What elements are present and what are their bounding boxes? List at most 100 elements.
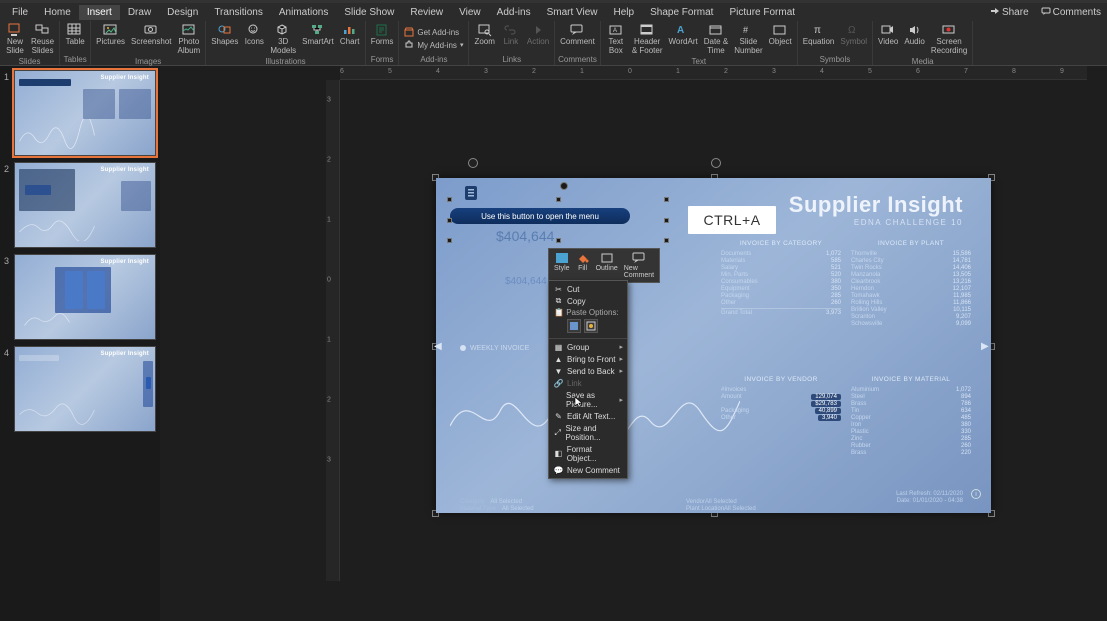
tab-addins[interactable]: Add-ins: [489, 5, 539, 20]
next-arrow[interactable]: ▶: [981, 338, 993, 354]
mt-new-comment[interactable]: New Comment: [621, 251, 657, 280]
ctx-cut[interactable]: ✂Cut: [549, 283, 627, 295]
smartart-button[interactable]: SmartArt: [300, 22, 336, 48]
symbol-button[interactable]: ΩSymbol: [838, 22, 869, 48]
inner-selection[interactable]: [450, 200, 666, 240]
rotate-handle-2[interactable]: [711, 158, 721, 168]
ctx-send-back[interactable]: ▼Send to Back▸: [549, 365, 627, 377]
mt-style[interactable]: Style: [551, 251, 573, 280]
icons-icon: [246, 23, 262, 37]
paste-option-1[interactable]: [567, 319, 581, 333]
ctx-copy[interactable]: ⧉Copy: [549, 295, 627, 307]
shapes-button[interactable]: Shapes: [209, 22, 240, 48]
action-icon: [530, 23, 546, 37]
ctx-group[interactable]: ▦Group▸: [549, 341, 627, 353]
tab-slideshow[interactable]: Slide Show: [336, 5, 402, 20]
my-addins-button[interactable]: My Add-ins ▾: [402, 39, 465, 51]
mt-fill[interactable]: Fill: [573, 251, 593, 280]
tab-insert[interactable]: Insert: [79, 5, 120, 20]
ctx-alt-text[interactable]: ✎Edit Alt Text...: [549, 410, 627, 422]
ctx-size-position[interactable]: ⤢Size and Position...: [549, 422, 627, 443]
datetime-button[interactable]: Date & Time: [702, 22, 730, 57]
slide-thumbnail-2[interactable]: Supplier Insight: [14, 162, 156, 248]
ctx-paste-label: 📋 Paste Options:: [549, 307, 627, 318]
icons-button[interactable]: Icons: [242, 22, 266, 48]
get-addins-button[interactable]: Get Add-ins: [402, 26, 461, 38]
vertical-ruler[interactable]: 3210123: [326, 80, 340, 581]
album-icon: [181, 23, 197, 37]
horizontal-ruler[interactable]: 6543210123456789: [340, 66, 1087, 80]
info-icon[interactable]: i: [971, 489, 981, 499]
editor-area: 6543210123456789 3210123: [160, 66, 1107, 621]
prev-arrow[interactable]: ◀: [434, 338, 446, 354]
newc-icon: 💬: [554, 466, 563, 475]
3d-models-button[interactable]: 3D Models: [268, 22, 298, 57]
group-forms: Forms: [369, 55, 396, 65]
ctx-bring-front[interactable]: ▲Bring to Front▸: [549, 353, 627, 365]
screen-recording-button[interactable]: Screen Recording: [929, 22, 969, 57]
comments-button[interactable]: Comments: [1035, 5, 1107, 20]
newcomment-icon: [632, 252, 646, 264]
video-icon: [880, 23, 896, 37]
ctx-format-object[interactable]: ◧Format Object...: [549, 443, 627, 464]
header-footer-button[interactable]: Header & Footer: [630, 22, 665, 57]
chart-button[interactable]: Chart: [338, 22, 362, 48]
slide-thumbnail-4[interactable]: Supplier Insight: [14, 346, 156, 432]
slide-thumbnail-1[interactable]: Supplier Insight: [14, 70, 156, 156]
svg-text:#: #: [743, 25, 748, 35]
tab-review[interactable]: Review: [402, 5, 451, 20]
paste-option-2[interactable]: [584, 319, 598, 333]
photo-album-button[interactable]: Photo Album: [176, 22, 203, 57]
reuse-icon: [35, 23, 51, 37]
slide-title: Supplier Insight EDNA CHALLENGE 10: [789, 192, 963, 227]
screenshot-button[interactable]: Screenshot: [129, 22, 173, 48]
group-links: Links: [472, 55, 551, 65]
group-comments: Comments: [558, 55, 597, 65]
ctx-new-comment[interactable]: 💬New Comment: [549, 464, 627, 476]
tab-help[interactable]: Help: [606, 5, 643, 20]
link2-icon: 🔗: [554, 379, 563, 388]
audio-button[interactable]: Audio: [902, 22, 926, 48]
textbox-button[interactable]: AText Box: [604, 22, 628, 57]
tab-animations[interactable]: Animations: [271, 5, 336, 20]
tab-smartview[interactable]: Smart View: [539, 5, 606, 20]
new-slide-button[interactable]: New Slide: [3, 22, 27, 57]
audio-icon: [907, 23, 923, 37]
pictures-button[interactable]: Pictures: [94, 22, 127, 48]
share-button[interactable]: Share: [984, 5, 1035, 20]
link-button[interactable]: Link: [499, 22, 523, 48]
omega-icon: Ω: [846, 23, 862, 37]
rotate-handle-1[interactable]: [468, 158, 478, 168]
slidenumber-button[interactable]: #Slide Number: [732, 22, 764, 57]
comment-button[interactable]: Comment: [558, 22, 597, 48]
screenshot-icon: [143, 23, 159, 37]
object-button[interactable]: Object: [767, 22, 794, 48]
equation-button[interactable]: πEquation: [801, 22, 837, 48]
pictures-icon: [103, 23, 119, 37]
tab-design[interactable]: Design: [159, 5, 206, 20]
hash-icon: #: [740, 23, 756, 37]
tab-pictureformat[interactable]: Picture Format: [721, 5, 803, 20]
tab-shapeformat[interactable]: Shape Format: [642, 5, 721, 20]
ctx-save-picture[interactable]: Save as Picture...▸: [549, 389, 627, 410]
mt-outline[interactable]: Outline: [593, 251, 621, 280]
video-button[interactable]: Video: [876, 22, 900, 48]
forms-button[interactable]: Forms: [369, 22, 396, 48]
inner-rotate[interactable]: [560, 182, 568, 190]
tab-home[interactable]: Home: [36, 5, 79, 20]
panel-invoice-vendor: INVOICE BY VENDOR #InvoicesAmount129,074…: [721, 376, 841, 421]
wordart-button[interactable]: AWordArt: [667, 22, 700, 48]
tab-transitions[interactable]: Transitions: [206, 5, 271, 20]
slide-canvas[interactable]: Supplier Insight EDNA CHALLENGE 10 Use t…: [436, 178, 991, 513]
comments-label: Comments: [1053, 7, 1101, 18]
tab-view[interactable]: View: [451, 5, 489, 20]
reuse-slides-button[interactable]: Reuse Slides: [29, 22, 56, 57]
table-button[interactable]: Table: [63, 22, 87, 48]
zoom-button[interactable]: Zoom: [472, 22, 496, 48]
new-slide-icon: [7, 23, 23, 37]
tab-draw[interactable]: Draw: [120, 5, 159, 20]
thumb-number-1: 1: [4, 70, 14, 82]
action-button[interactable]: Action: [525, 22, 551, 48]
tab-file[interactable]: File: [4, 5, 36, 20]
slide-thumbnail-3[interactable]: Supplier Insight: [14, 254, 156, 340]
